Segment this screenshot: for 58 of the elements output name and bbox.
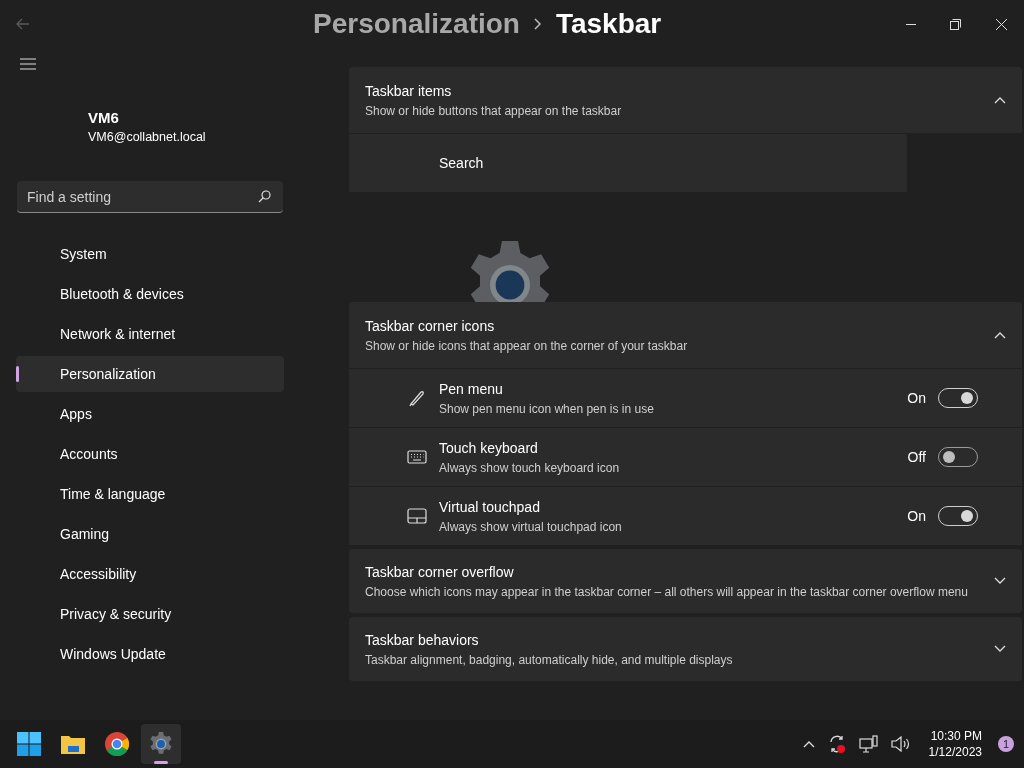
close-icon[interactable] — [995, 18, 1007, 30]
toggle-state-text: Off — [907, 447, 926, 467]
browser-icon[interactable] — [105, 732, 129, 756]
keyboard-icon — [407, 450, 427, 464]
setting-description: Always show touch keyboard icon — [439, 459, 620, 477]
section-title: Taskbar behaviors — [365, 630, 479, 650]
section-title: Taskbar corner overflow — [365, 562, 514, 582]
section-header[interactable]: Taskbar behaviors Taskbar alignment, badging, automatically hide, and multiple displays — [349, 617, 1022, 681]
volume-icon[interactable] — [890, 736, 911, 752]
touchpad-icon — [407, 508, 427, 524]
search-field[interactable]: Find a setting — [17, 181, 283, 213]
menu-icon[interactable] — [20, 58, 36, 70]
back-arrow-icon[interactable] — [16, 18, 30, 30]
setting-description: Show pen menu icon when pen is in use — [439, 400, 654, 418]
nav-item[interactable]: Personalization — [16, 356, 284, 392]
section-subtitle: Choose which icons may appear in the taskbar corner – all others will appear in the taskbar corner overflow menu — [365, 583, 968, 601]
nav-item[interactable]: System — [16, 236, 284, 272]
windows-logo-icon[interactable] — [17, 732, 41, 756]
nav-item[interactable]: Gaming — [16, 516, 284, 552]
user-email: VM6@collabnet.local — [88, 129, 207, 146]
network-icon[interactable] — [858, 735, 879, 753]
settings-gear-icon — [148, 731, 174, 757]
nav-item[interactable]: Privacy & security — [16, 596, 284, 632]
search-icon — [258, 190, 271, 203]
toggle-state-text: On — [907, 388, 926, 408]
clock[interactable]: 10:30 PM 1/12/2023 — [928, 728, 982, 760]
chevron-up-icon[interactable] — [802, 740, 815, 748]
nav-item[interactable]: Time & language — [16, 476, 284, 512]
notification-badge[interactable]: 1 — [998, 736, 1014, 752]
page-title: Taskbar — [555, 7, 662, 41]
section-title: Taskbar corner icons — [365, 316, 495, 336]
setting-label: Search — [439, 153, 484, 173]
setting-description: Always show virtual touchpad icon — [439, 518, 622, 536]
section-header[interactable]: Taskbar items Show or hide buttons that appear on the taskbar — [349, 67, 1022, 133]
section-header[interactable]: Taskbar corner icons Show or hide icons that appear on the corner of your taskbar — [349, 302, 1022, 368]
pen-icon — [407, 388, 427, 408]
section-title: Taskbar items — [365, 81, 452, 101]
folder-icon[interactable] — [60, 733, 86, 755]
restore-icon[interactable] — [950, 18, 961, 30]
chevron-right-icon — [533, 18, 542, 30]
nav-item[interactable]: Apps — [16, 396, 284, 432]
nav-item[interactable]: Bluetooth & devices — [16, 276, 284, 312]
section-header[interactable]: Taskbar corner overflow Choose which icons may appear in the taskbar corner – all others will appear in the taskbar corner overflow menu — [349, 549, 1022, 613]
setting-label: Pen menu — [439, 379, 503, 399]
setting-label: Virtual touchpad — [439, 497, 540, 517]
nav-item[interactable]: Network & internet — [16, 316, 284, 352]
setting-label: Touch keyboard — [439, 438, 538, 458]
section-subtitle: Show or hide icons that appear on the corner of your taskbar — [365, 337, 688, 355]
toggle-state-text: On — [907, 506, 926, 526]
taskbar-button[interactable] — [141, 724, 181, 764]
nav-item[interactable]: Accounts — [16, 436, 284, 472]
nav-item[interactable]: Accessibility — [16, 556, 284, 592]
section-subtitle: Taskbar alignment, badging, automatically hide, and multiple displays — [365, 651, 733, 669]
section-subtitle: Show or hide buttons that appear on the taskbar — [365, 102, 622, 120]
breadcrumb-parent[interactable]: Personalization — [313, 3, 520, 45]
nav-item[interactable]: Windows Update — [16, 636, 284, 672]
minimize-icon[interactable] — [905, 23, 916, 25]
user-name: VM6 — [88, 108, 120, 128]
